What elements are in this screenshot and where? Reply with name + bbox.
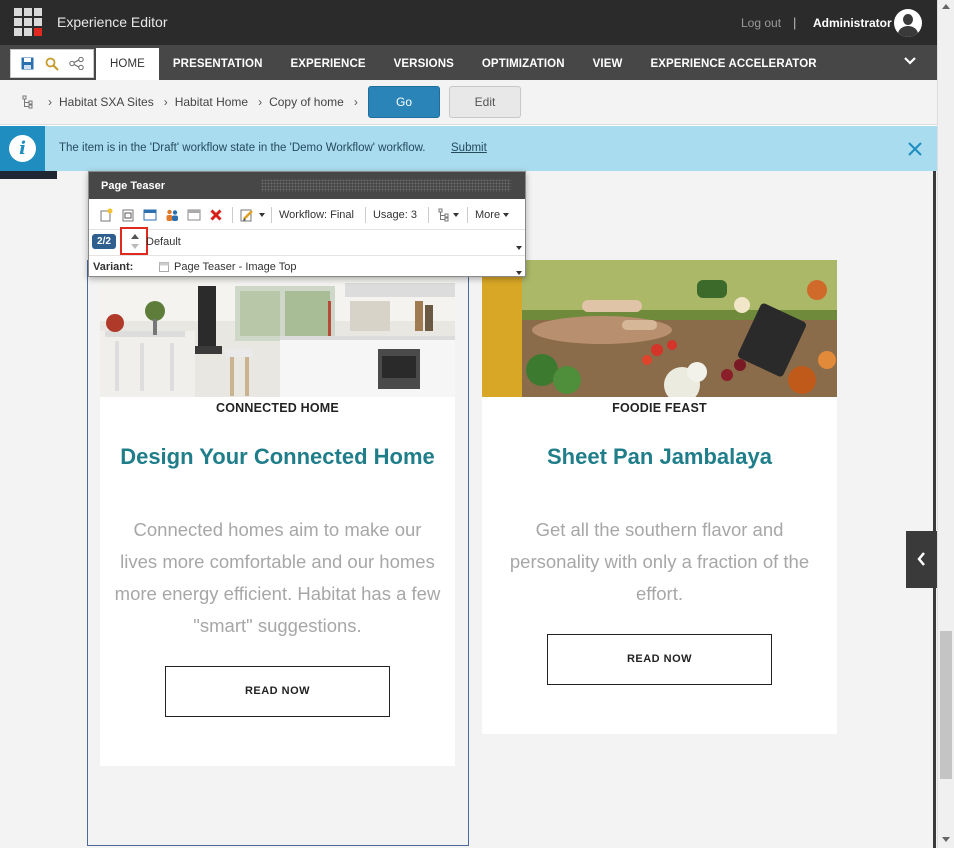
variant-label: Variant:: [93, 261, 134, 273]
breadcrumb-arrow: ›: [163, 95, 168, 109]
connected-home-image[interactable]: [100, 261, 455, 397]
teaser-card-connected-home[interactable]: CONNECTED HOME Design Your Connected Hom…: [100, 261, 455, 766]
breadcrumb-arrow: ›: [258, 95, 263, 109]
foodie-feast-image[interactable]: [482, 260, 837, 397]
card-description-line: effort.: [636, 583, 683, 604]
chevron-left-icon: [917, 552, 925, 566]
breadcrumb-item-copy-of-home[interactable]: Copy of home: [269, 95, 344, 109]
tree-dropdown-icon[interactable]: [434, 206, 462, 224]
user-avatar-icon[interactable]: [894, 9, 922, 37]
top-bar: Experience Editor Log out | Administrato…: [0, 0, 937, 45]
chevron-down-icon[interactable]: [513, 240, 522, 254]
card-category: FOODIE FEAST: [612, 401, 707, 415]
search-icon[interactable]: [43, 55, 61, 73]
card-description: Connected homes aim to make our lives mo…: [100, 514, 455, 642]
usage-count[interactable]: Usage: 3: [373, 209, 417, 221]
ribbon-tabs: HOME PRESENTATION EXPERIENCE VERSIONS OP…: [96, 48, 831, 80]
toolbar-separator: [467, 207, 469, 223]
variant-select[interactable]: Page Teaser - Image Top: [174, 261, 297, 273]
header-separator: |: [793, 15, 797, 30]
app-title: Experience Editor: [57, 14, 168, 30]
notification-text: The item is in the 'Draft' workflow stat…: [59, 142, 426, 154]
rendering-name: Page Teaser: [101, 180, 166, 192]
card-description-line: Connected homes aim to make our: [133, 519, 422, 540]
tab-presentation[interactable]: PRESENTATION: [159, 48, 277, 80]
ribbon: HOME PRESENTATION EXPERIENCE VERSIONS OP…: [0, 45, 937, 80]
tree-icon[interactable]: [22, 95, 34, 112]
info-icon: i: [9, 135, 36, 162]
variant-row: Variant: Page Teaser - Image Top: [89, 255, 525, 277]
go-button[interactable]: Go: [368, 86, 440, 118]
chevron-down-icon[interactable]: [513, 265, 522, 279]
page-edge: [933, 171, 936, 848]
personalize-icon[interactable]: [161, 206, 183, 224]
toolbar-separator: [428, 207, 430, 223]
datasource-icon[interactable]: [139, 206, 161, 224]
read-now-button[interactable]: READ NOW: [165, 666, 390, 717]
edit-dropdown-icon[interactable]: [238, 206, 266, 224]
more-menu[interactable]: More: [475, 209, 510, 221]
logout-link[interactable]: Log out: [741, 16, 781, 30]
card-description-line: more energy efficient. Habitat has a few: [114, 583, 441, 604]
rendering-selector-row: 2/2 Default: [89, 227, 525, 255]
tab-experience-accelerator[interactable]: EXPERIENCE ACCELERATOR: [636, 48, 830, 80]
edit-button[interactable]: Edit: [449, 86, 521, 118]
app-logo-icon[interactable]: [14, 8, 42, 36]
user-name[interactable]: Administrator: [813, 16, 892, 30]
quick-access-toolbar: [10, 49, 94, 78]
rendering-selector-value[interactable]: Default: [146, 236, 181, 248]
new-item-icon[interactable]: [95, 206, 117, 224]
variant-icon: [159, 261, 169, 272]
tab-home[interactable]: HOME: [96, 48, 159, 80]
breadcrumb-arrow: ›: [353, 95, 358, 109]
card-description-line: lives more comfortable and our homes: [120, 551, 435, 572]
tab-experience[interactable]: EXPERIENCE: [277, 48, 380, 80]
move-up-down-icon[interactable]: [120, 227, 148, 255]
rendering-toolbar-header[interactable]: Page Teaser: [89, 172, 525, 199]
tab-optimization[interactable]: OPTIMIZATION: [468, 48, 579, 80]
close-icon[interactable]: [907, 141, 923, 157]
card-title[interactable]: Sheet Pan Jambalaya: [482, 444, 837, 470]
card-description-line: "smart" suggestions.: [193, 615, 362, 636]
vertical-scrollbar[interactable]: [937, 0, 954, 848]
drag-handle[interactable]: [261, 179, 511, 192]
breadcrumb-item-habitat-home[interactable]: Habitat Home: [175, 95, 248, 109]
submit-link[interactable]: Submit: [451, 142, 487, 154]
side-panel-toggle[interactable]: [906, 531, 937, 588]
delete-icon[interactable]: [205, 206, 227, 224]
scroll-thumb[interactable]: [940, 631, 952, 779]
chevron-down-icon: [503, 213, 510, 218]
read-now-button[interactable]: READ NOW: [547, 634, 772, 685]
notification-icon-box: i: [0, 126, 45, 171]
rendering-count-badge: 2/2: [92, 234, 116, 249]
scroll-up-icon[interactable]: [942, 4, 950, 9]
card-title[interactable]: Design Your Connected Home: [100, 444, 455, 470]
tab-view[interactable]: VIEW: [579, 48, 637, 80]
more-label: More: [475, 209, 501, 221]
rendering-actions: Workflow: Final Usage: 3 More: [89, 202, 525, 228]
breadcrumb: › Habitat SXA Sites › Habitat Home › Cop…: [48, 95, 365, 109]
chevron-down-icon[interactable]: [900, 51, 920, 71]
scroll-down-icon[interactable]: [942, 837, 950, 842]
teaser-card-foodie-feast[interactable]: FOODIE FEAST Sheet Pan Jambalaya Get all…: [482, 260, 837, 734]
card-description: Get all the southern flavor and personal…: [482, 514, 837, 610]
share-icon[interactable]: [68, 55, 86, 73]
tab-versions[interactable]: VERSIONS: [380, 48, 468, 80]
toolbar-separator: [232, 207, 233, 223]
toolbar-separator: [364, 207, 366, 223]
select-item-icon[interactable]: [117, 206, 139, 224]
card-category: CONNECTED HOME: [216, 401, 339, 415]
rendering-toolbar: Page Teaser Workflow: Final Usage: 3 Mor…: [88, 171, 526, 277]
card-description-line: personality with only a fraction of the: [509, 551, 810, 572]
breadcrumb-arrow: ›: [48, 95, 52, 109]
component-properties-icon[interactable]: [183, 206, 205, 224]
workflow-status: Workflow: Final: [279, 209, 354, 221]
hero-image-strip: [0, 171, 57, 179]
card-description-line: Get all the southern flavor and: [535, 519, 784, 540]
toolbar-separator: [271, 207, 272, 223]
save-icon[interactable]: [18, 55, 36, 73]
workflow-notification: i The item is in the 'Draft' workflow st…: [0, 126, 937, 171]
breadcrumb-item-habitat-sxa-sites[interactable]: Habitat SXA Sites: [59, 95, 154, 109]
